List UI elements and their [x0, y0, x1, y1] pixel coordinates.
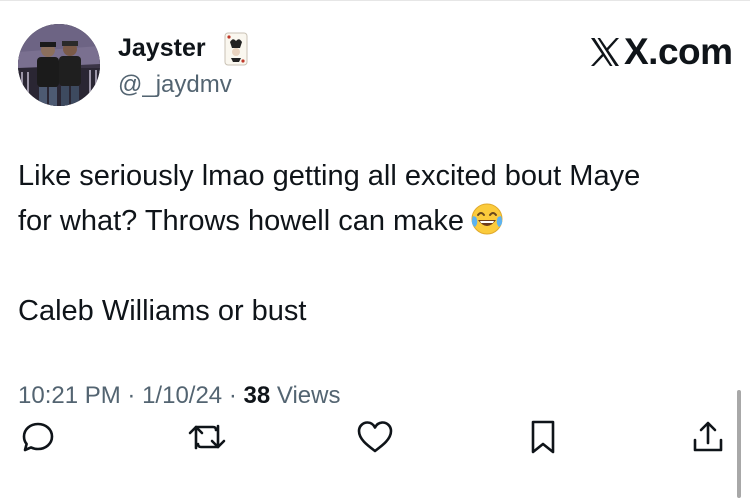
- views-count[interactable]: 38: [244, 382, 271, 409]
- meta-separator: ·: [228, 382, 237, 409]
- tweet-line: for what? Throws howell can make: [18, 199, 738, 244]
- x-logo-icon: [591, 38, 619, 66]
- playing-card-emoji-icon: [224, 32, 248, 66]
- share-button[interactable]: [686, 415, 730, 459]
- views-label[interactable]: Views: [277, 382, 341, 409]
- tweet-line: Caleb Williams or bust: [18, 295, 307, 327]
- heart-icon: [357, 421, 393, 453]
- like-button[interactable]: [353, 415, 397, 459]
- tweet-time[interactable]: 10:21 PM: [18, 382, 121, 409]
- avatar[interactable]: [18, 24, 100, 106]
- author-handle[interactable]: @_jaydmv: [118, 70, 232, 100]
- scrollbar-thumb[interactable]: [737, 390, 741, 498]
- reply-icon: [22, 422, 54, 452]
- tweet-meta: 10:21 PM · 1/10/24 · 38 Views: [18, 381, 340, 411]
- tweet-text: Like seriously lmao getting all excited …: [18, 154, 738, 334]
- face-with-tears-of-joy-emoji: [471, 203, 503, 235]
- reply-button[interactable]: [16, 415, 60, 459]
- top-divider: [0, 0, 750, 1]
- repost-button[interactable]: [185, 415, 229, 459]
- bookmark-icon: [531, 420, 555, 454]
- display-name[interactable]: Jayster: [118, 33, 206, 63]
- avatar-photo: [18, 24, 100, 106]
- repost-icon: [188, 424, 226, 450]
- tweet-date[interactable]: 1/10/24: [142, 382, 222, 409]
- tweet-line: Like seriously lmao getting all excited …: [18, 160, 641, 192]
- share-icon: [693, 421, 723, 452]
- action-bar: [0, 415, 750, 503]
- bookmark-button[interactable]: [521, 415, 565, 459]
- brand-logo: X.com: [588, 30, 733, 74]
- brand-text: X.com: [624, 31, 733, 72]
- meta-separator: ·: [127, 382, 136, 409]
- tweet-line-text: for what? Throws howell can make: [18, 205, 464, 237]
